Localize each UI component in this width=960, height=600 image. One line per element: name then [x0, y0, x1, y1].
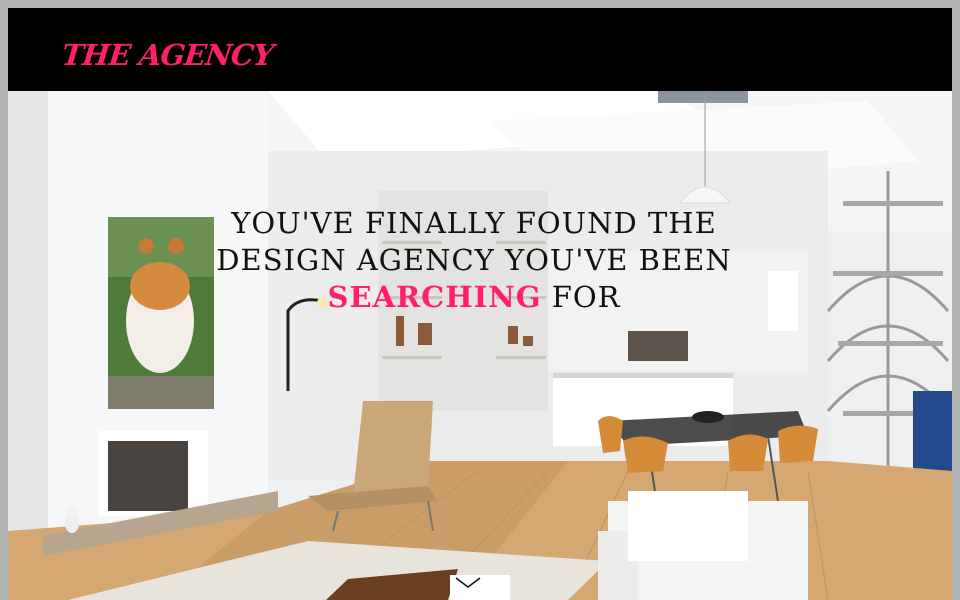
headline-text: YOU'VE FINALLY FOUND THE DESIGN AGENCY Y…: [216, 206, 732, 277]
hero-headline: YOU'VE FINALLY FOUND THE DESIGN AGENCY Y…: [188, 205, 760, 316]
chevron-down-icon: [455, 577, 481, 588]
top-navbar: THE AGENCY: [8, 8, 952, 91]
headline-accent: SEARCHING: [327, 280, 542, 314]
page-frame: THE AGENCY YOU'VE FINALLY FOUND THE DESI…: [8, 8, 952, 600]
headline-text-end: FOR: [551, 280, 621, 314]
hero-background-image: [8, 91, 952, 600]
site-logo[interactable]: THE AGENCY: [60, 38, 274, 72]
scroll-down-button[interactable]: [450, 575, 510, 600]
hero-section: YOU'VE FINALLY FOUND THE DESIGN AGENCY Y…: [8, 91, 952, 600]
